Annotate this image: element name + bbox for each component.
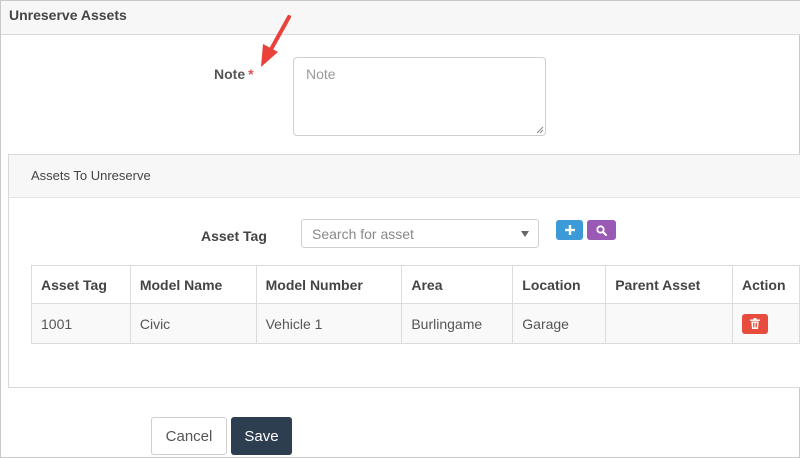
add-asset-button[interactable]	[556, 220, 583, 240]
caret-down-icon	[521, 231, 529, 237]
search-asset-button[interactable]	[587, 220, 616, 240]
cell-location: Garage	[512, 303, 607, 344]
note-textarea[interactable]	[293, 57, 546, 136]
resize-handle-icon[interactable]	[536, 126, 544, 134]
table-row: 1001 Civic Vehicle 1 Burlingame Garage	[31, 303, 800, 344]
assets-table: Asset Tag Model Name Model Number Area L…	[31, 265, 800, 344]
page-title: Unreserve Assets	[9, 7, 127, 23]
asset-tag-label: Asset Tag	[201, 228, 267, 244]
col-asset-tag: Asset Tag	[31, 265, 131, 304]
plus-icon	[564, 225, 575, 235]
asset-search-placeholder: Search for asset	[312, 226, 414, 242]
cancel-button[interactable]: Cancel	[151, 417, 227, 455]
trash-icon	[749, 318, 760, 329]
cell-asset-tag: 1001	[31, 303, 131, 344]
cell-area: Burlingame	[401, 303, 514, 344]
col-model-name: Model Name	[129, 265, 257, 304]
cell-action	[731, 303, 800, 344]
assets-panel-title: Assets To Unreserve	[31, 168, 151, 183]
note-label: Note *	[214, 66, 254, 82]
save-button[interactable]: Save	[231, 417, 292, 455]
col-parent-asset: Parent Asset	[605, 265, 733, 304]
cell-model-number: Vehicle 1	[255, 303, 403, 344]
cell-parent-asset	[605, 303, 733, 344]
note-label-text: Note	[214, 66, 246, 82]
col-model-number: Model Number	[255, 265, 403, 304]
cell-model-name: Civic	[129, 303, 257, 344]
magnifier-icon	[596, 224, 607, 236]
annotation-arrow-icon	[261, 15, 291, 67]
assets-panel-header: Assets To Unreserve	[9, 155, 800, 198]
col-action: Action	[731, 265, 800, 304]
col-area: Area	[401, 265, 514, 304]
required-marker: *	[248, 66, 254, 82]
asset-search-select[interactable]: Search for asset	[301, 219, 539, 248]
delete-row-button[interactable]	[741, 313, 768, 334]
col-location: Location	[512, 265, 607, 304]
table-header-row: Asset Tag Model Name Model Number Area L…	[31, 265, 800, 304]
page-header: Unreserve Assets	[1, 1, 800, 35]
